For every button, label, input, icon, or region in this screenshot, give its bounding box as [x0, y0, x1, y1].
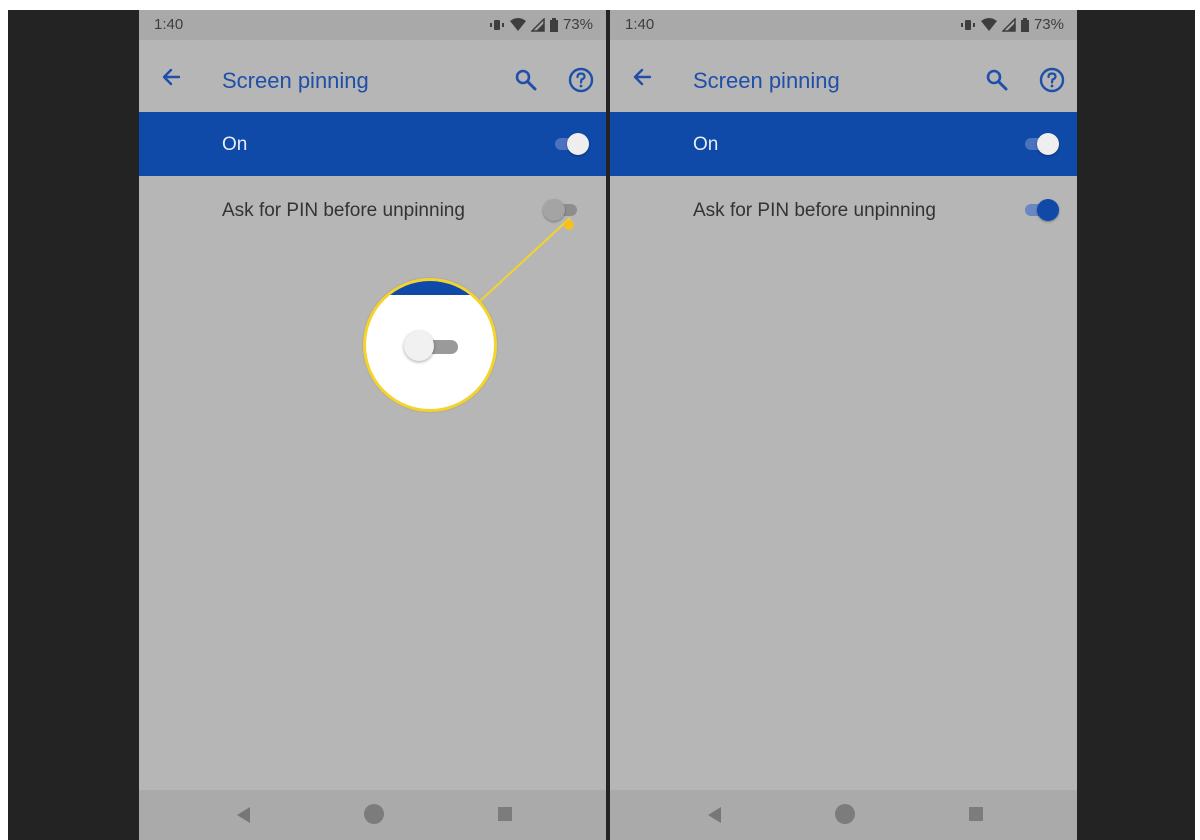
- search-icon[interactable]: [513, 67, 539, 93]
- status-icons: 73%: [960, 16, 1064, 33]
- app-bar: Screen pinning: [610, 40, 1077, 112]
- toggle-thumb: [567, 133, 589, 155]
- page-title: Screen pinning: [222, 68, 369, 93]
- battery-icon: [1020, 17, 1029, 32]
- app-bar: Screen pinning: [139, 40, 606, 112]
- back-arrow-icon[interactable]: [630, 64, 656, 90]
- pin-switch-label: Ask for PIN before unpinning: [693, 200, 936, 221]
- toggle-thumb: [543, 199, 565, 221]
- page-title: Screen pinning: [693, 68, 840, 93]
- nav-recents-icon[interactable]: [498, 807, 512, 821]
- status-icons: 73%: [489, 16, 593, 33]
- left-phone-screen: 1:40 73% Screen pinning On Ask for PIN b…: [139, 10, 606, 840]
- main-switch-label: On: [222, 134, 248, 155]
- main-toggle-switch[interactable]: [553, 131, 589, 157]
- toggle-thumb: [404, 331, 434, 361]
- zoom-callout: [363, 278, 497, 412]
- nav-bar: [139, 790, 606, 840]
- back-arrow-icon[interactable]: [159, 64, 185, 90]
- main-switch-row[interactable]: On: [139, 112, 606, 176]
- zoom-accent-bar: [366, 281, 494, 295]
- battery-percentage: 73%: [562, 16, 593, 33]
- battery-percentage: 73%: [1033, 16, 1064, 33]
- search-icon[interactable]: [984, 67, 1010, 93]
- nav-back-icon[interactable]: [237, 807, 250, 823]
- status-bar: 1:40 73%: [139, 10, 606, 40]
- toggle-thumb: [1037, 133, 1059, 155]
- vibrate-icon: [489, 19, 504, 30]
- battery-icon: [549, 17, 558, 32]
- wifi-icon: [509, 17, 526, 31]
- pin-toggle-switch[interactable]: [1023, 197, 1059, 223]
- status-bar: 1:40 73%: [610, 10, 1077, 40]
- status-time: 1:40: [625, 16, 655, 33]
- nav-home-icon[interactable]: [364, 804, 384, 824]
- signal-icon: [1001, 17, 1016, 32]
- wifi-icon: [980, 17, 997, 31]
- nav-bar: [610, 790, 1077, 840]
- nav-back-icon[interactable]: [708, 807, 721, 823]
- pin-switch-label: Ask for PIN before unpinning: [222, 200, 465, 221]
- pin-switch-row[interactable]: Ask for PIN before unpinning: [610, 178, 1077, 242]
- signal-icon: [530, 17, 545, 32]
- pin-switch-row[interactable]: Ask for PIN before unpinning: [139, 178, 606, 242]
- help-icon[interactable]: [1038, 66, 1066, 94]
- nav-recents-icon[interactable]: [969, 807, 983, 821]
- zoomed-toggle-switch: [404, 329, 462, 363]
- help-icon[interactable]: [567, 66, 595, 94]
- main-switch-row[interactable]: On: [610, 112, 1077, 176]
- pin-toggle-switch[interactable]: [543, 197, 579, 223]
- toggle-thumb: [1037, 199, 1059, 221]
- callout-marker-dot: [564, 220, 574, 230]
- main-toggle-switch[interactable]: [1023, 131, 1059, 157]
- right-phone-screen: 1:40 73% Screen pinning On Ask for PIN b…: [610, 10, 1077, 840]
- status-time: 1:40: [154, 16, 184, 33]
- nav-home-icon[interactable]: [835, 804, 855, 824]
- main-switch-label: On: [693, 134, 719, 155]
- vibrate-icon: [960, 19, 975, 30]
